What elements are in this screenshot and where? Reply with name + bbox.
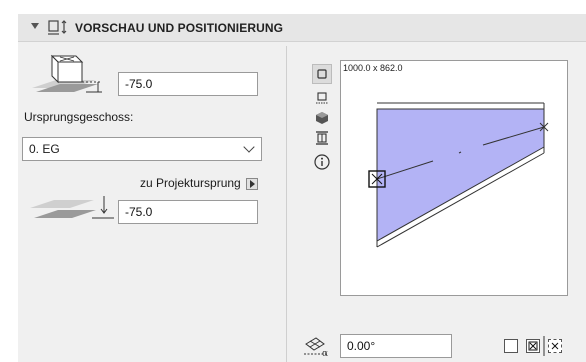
top-offset-icon — [32, 54, 102, 93]
top-offset-input[interactable]: -75.0 — [118, 72, 258, 96]
home-story-select[interactable]: 0. EG — [22, 137, 262, 161]
mirror-off-checkbox[interactable] — [504, 339, 518, 353]
column-divider — [286, 46, 287, 362]
mirror-divider-icon — [543, 336, 545, 356]
collapse-triangle-icon[interactable] — [31, 23, 39, 29]
preview-canvas[interactable]: 1000.0 x 862.0 — [340, 60, 568, 296]
preview-drawing — [368, 102, 549, 248]
rotation-angle-input[interactable]: 0.00° — [340, 334, 452, 358]
plan-view-button[interactable] — [312, 64, 332, 84]
mirror-dashed-checkbox[interactable] — [548, 339, 562, 353]
bottom-offset-input[interactable]: -75.0 — [118, 200, 258, 224]
rotation-angle-icon: α — [304, 337, 328, 358]
section-view-icon — [316, 92, 328, 104]
chevron-down-icon — [243, 141, 255, 153]
home-story-label: Ursprungsgeschoss: — [24, 110, 134, 124]
svg-text:α: α — [322, 349, 328, 358]
preview-positioning-icon — [48, 20, 67, 35]
section-view-button[interactable] — [312, 88, 332, 108]
info-icon — [314, 154, 330, 170]
home-story-value: 0. EG — [29, 142, 60, 156]
info-button[interactable] — [312, 152, 332, 172]
mirror-x-icon — [528, 341, 538, 351]
3d-view-icon — [316, 112, 328, 124]
3d-view-button[interactable] — [312, 108, 332, 128]
elevation-view-icon — [316, 131, 328, 145]
panel-title: VORSCHAU UND POSITIONIERUNG — [75, 21, 284, 35]
project-zero-arrow-button[interactable] — [246, 178, 258, 190]
bottom-offset-icon — [30, 196, 114, 219]
plan-view-icon — [317, 69, 327, 79]
mirror-dashed-icon — [551, 342, 559, 350]
mirror-x-checkbox[interactable] — [526, 339, 540, 353]
elevation-view-button[interactable] — [312, 128, 332, 148]
project-zero-label: zu Projektursprung — [140, 176, 241, 190]
panel-header[interactable]: VORSCHAU UND POSITIONIERUNG — [18, 14, 586, 42]
